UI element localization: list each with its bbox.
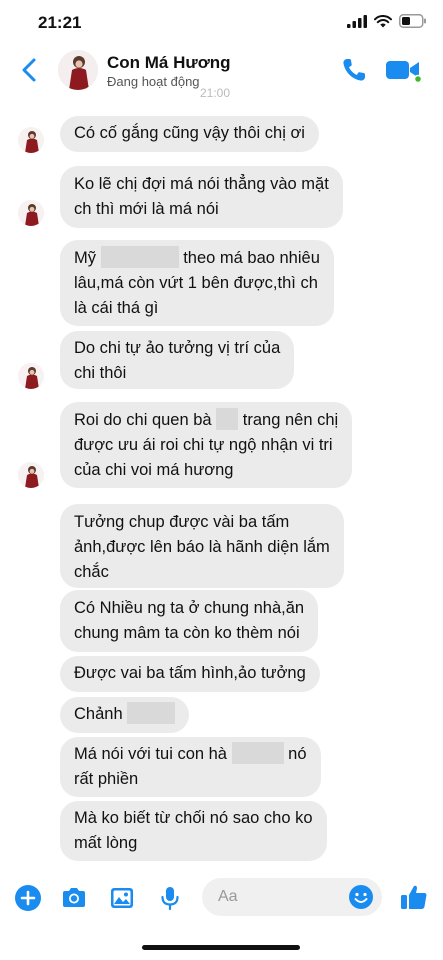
- plus-icon[interactable]: [14, 884, 42, 912]
- message-bubble[interactable]: Có cố gắng cũng vậy thôi chị ơi: [60, 116, 319, 152]
- camera-icon[interactable]: [60, 884, 88, 912]
- message-bubble[interactable]: Mỹ theo má bao nhiêu lâu,má còn vứt 1 bê…: [60, 240, 334, 326]
- sender-avatar: [18, 127, 44, 153]
- message-text: được ưu ái roi chi tự ngộ nhận vi tri: [74, 436, 333, 454]
- redaction-block: [231, 742, 284, 764]
- message-line: Mỹ theo má bao nhiêu: [74, 246, 320, 271]
- contact-status: Đang hoạt động: [107, 74, 200, 89]
- message-text: Có cố gắng cũng vậy thôi chị ơi: [74, 124, 305, 142]
- input-placeholder: Aa: [218, 888, 238, 905]
- sender-avatar: [18, 200, 44, 226]
- redaction-block: [127, 702, 176, 724]
- message-text: ảnh,được lên báo là hãnh diện lắm: [74, 538, 330, 556]
- message-text: rất phiền: [74, 770, 139, 788]
- wifi-icon: [374, 14, 392, 27]
- message-text: chắc: [74, 563, 109, 581]
- status-icons: [347, 14, 427, 28]
- message-text: là cái thá gì: [74, 299, 159, 317]
- message-text: Tưởng chup được vài ba tấm: [74, 513, 290, 531]
- message-bubble[interactable]: Má nói với tui con hà nó rất phiền: [60, 737, 321, 797]
- message-text: Mỹ: [74, 249, 96, 267]
- video-camera-icon[interactable]: [385, 58, 421, 82]
- message-composer: Aa: [0, 872, 443, 922]
- message-text: Do chi tự ảo tưởng vị trí của: [74, 339, 281, 357]
- redaction-block: [216, 408, 239, 430]
- message-text: của chi voi má hương: [74, 461, 234, 479]
- message-bubble[interactable]: Tưởng chup được vài ba tấm ảnh,được lên …: [60, 504, 344, 588]
- sender-avatar: [18, 363, 44, 389]
- message-text: mất lòng: [74, 834, 138, 852]
- back-arrow-icon[interactable]: [18, 57, 42, 83]
- message-text: Chảnh: [74, 705, 123, 723]
- message-bubble[interactable]: Roi do chi quen bà trang nên chị được ưu…: [60, 402, 353, 488]
- message-text: theo má bao nhiêu: [183, 249, 320, 267]
- phone-icon[interactable]: [340, 56, 368, 84]
- message-text: lâu,má còn vứt 1 bên được,thì ch: [74, 274, 318, 292]
- message-text: Có Nhiều ng ta ở chung nhà,ăn: [74, 599, 305, 617]
- message-bubble[interactable]: Do chi tự ảo tưởng vị trí của chi thôi: [60, 331, 295, 389]
- message-text: Má nói với tui con hà: [74, 745, 227, 763]
- contact-name[interactable]: Con Má Hương: [107, 53, 231, 73]
- message-bubble[interactable]: Có Nhiều ng ta ở chung nhà,ăn chung mâm …: [60, 590, 319, 652]
- contact-avatar[interactable]: [58, 50, 98, 90]
- emoji-icon[interactable]: [348, 884, 374, 910]
- message-bubble[interactable]: Được vai ba tấm hình,ảo tưởng: [60, 656, 320, 692]
- microphone-icon[interactable]: [156, 884, 184, 912]
- message-bubble[interactable]: Mà ko biết từ chối nó sao cho ko mất lòn…: [60, 801, 327, 861]
- message-text: trang nên chị: [242, 411, 339, 429]
- message-bubble[interactable]: Ko lẽ chị đợi má nói thẳng vào mặt ch th…: [60, 166, 343, 228]
- thumbs-up-icon[interactable]: [399, 882, 429, 912]
- message-text: chi thôi: [74, 364, 127, 382]
- message-text: Được vai ba tấm hình,ảo tưởng: [74, 664, 306, 682]
- message-bubble[interactable]: Chảnh: [60, 697, 190, 733]
- message-input[interactable]: Aa: [202, 878, 382, 916]
- message-line: Má nói với tui con hà nó: [74, 742, 307, 767]
- message-text: Ko lẽ chị đợi má nói thẳng vào mặt: [74, 175, 329, 193]
- timestamp-ghost: 21:00: [200, 86, 231, 100]
- message-text: Roi do chi quen bà: [74, 411, 212, 429]
- message-text: ch thì mới là má nói: [74, 200, 219, 218]
- message-text: nó: [288, 745, 307, 763]
- gallery-icon[interactable]: [108, 884, 136, 912]
- message-line: Chảnh: [74, 702, 176, 727]
- status-bar: 21:21: [0, 0, 443, 44]
- battery-icon: [399, 14, 426, 28]
- message-text: chung mâm ta còn ko thèm nói: [74, 624, 300, 642]
- redaction-block: [100, 246, 179, 268]
- message-line: Roi do chi quen bà trang nên chị: [74, 408, 338, 433]
- sender-avatar: [18, 462, 44, 488]
- home-indicator: [142, 945, 300, 950]
- status-time: 21:21: [38, 13, 82, 32]
- signal-icon: [347, 14, 367, 28]
- message-text: Mà ko biết từ chối nó sao cho ko: [74, 809, 313, 827]
